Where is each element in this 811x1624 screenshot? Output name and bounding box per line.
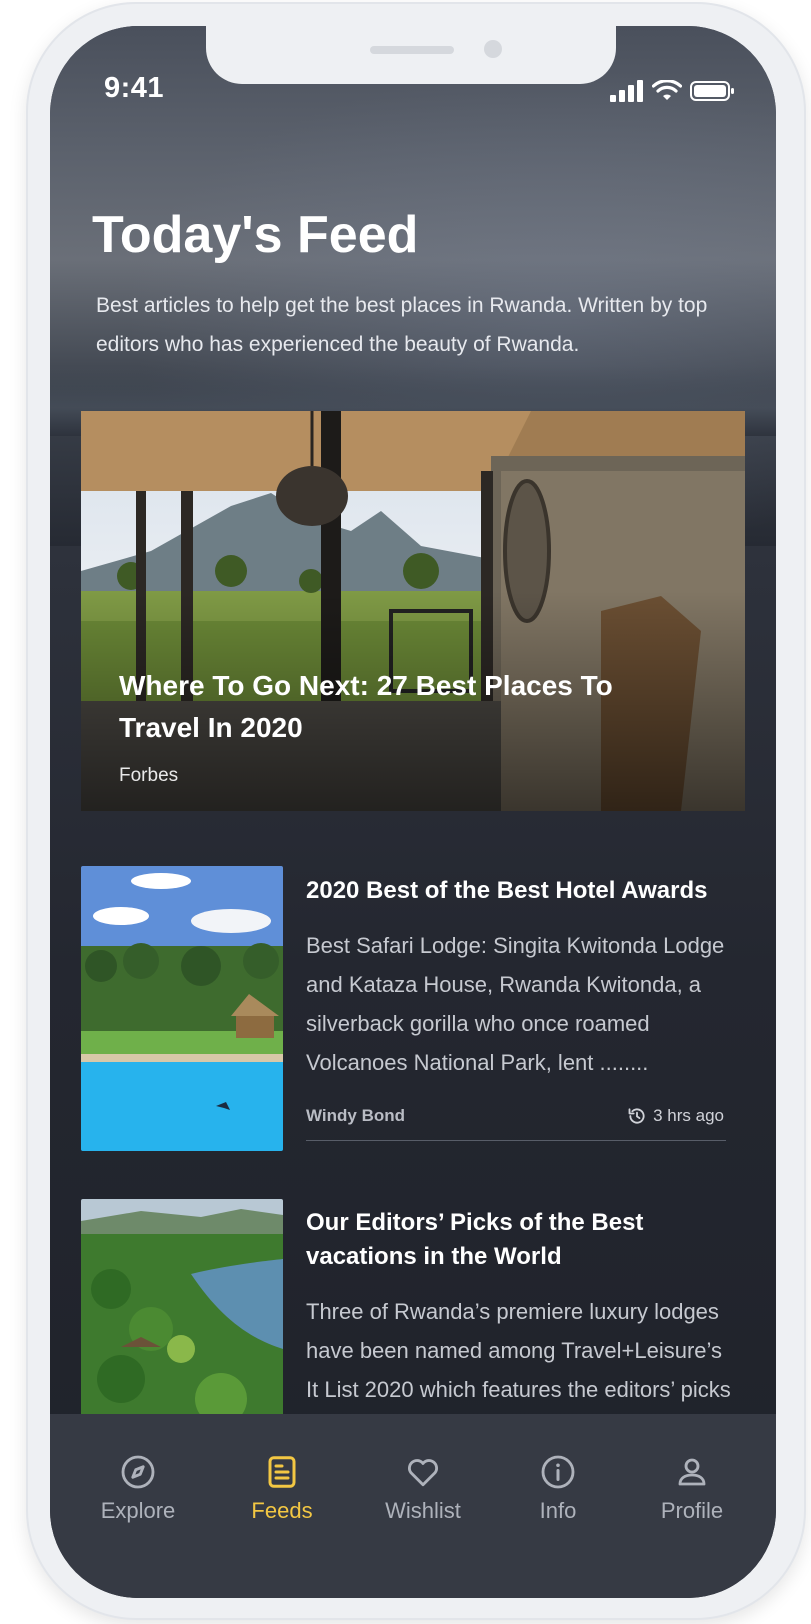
tab-bar: Explore Feeds Wishlist Info Profile: [50, 1414, 776, 1598]
heart-icon: [408, 1459, 438, 1487]
article-time-label: 3 hrs ago: [653, 1106, 724, 1125]
battery-icon: [690, 81, 734, 101]
tab-label: Wishlist: [385, 1498, 461, 1523]
document-icon: [268, 1456, 296, 1488]
article-card[interactable]: 2020 Best of the Best Hotel Awards Best …: [81, 866, 745, 1156]
front-camera: [484, 40, 502, 58]
tab-label: Explore: [100, 1498, 176, 1523]
article-excerpt: Best Safari Lodge: Singita Kwitonda Lodg…: [306, 933, 725, 1075]
article-thumbnail: [81, 866, 283, 1151]
featured-image: [81, 411, 745, 811]
article-title[interactable]: Our Editors’ Picks of the Best vacations…: [306, 1206, 736, 1274]
status-time: 9:41: [104, 72, 165, 104]
featured-article-card[interactable]: Where To Go Next: 27 Best Places To Trav…: [81, 411, 745, 811]
tab-profile[interactable]: Profile: [632, 1454, 752, 1524]
article-timestamp: 3 hrs ago: [627, 1106, 724, 1126]
article-thumbnail: [81, 1199, 283, 1444]
featured-article-source: Forbes: [119, 765, 179, 786]
status-icons: [610, 78, 736, 104]
article-title[interactable]: 2020 Best of the Best Hotel Awards: [306, 874, 736, 908]
page-subtitle: Best articles to help get the best place…: [96, 294, 708, 356]
compass-icon: [121, 1455, 155, 1489]
tab-info[interactable]: Info: [498, 1454, 618, 1524]
wifi-icon: [652, 80, 682, 100]
featured-article-title[interactable]: Where To Go Next: 27 Best Places To Trav…: [119, 665, 639, 749]
article-meta: Windy Bond 3 hrs ago: [306, 1106, 726, 1141]
page-title: Today's Feed: [92, 206, 419, 264]
info-icon: [541, 1455, 575, 1489]
speaker-grille: [370, 46, 454, 54]
article-author: Windy Bond: [306, 1106, 405, 1125]
tab-label: Info: [539, 1498, 577, 1523]
device-notch: [206, 26, 616, 84]
tab-wishlist[interactable]: Wishlist: [363, 1454, 483, 1524]
signal-icon: [610, 80, 643, 102]
tab-label: Feeds: [251, 1498, 313, 1523]
user-icon: [678, 1458, 706, 1486]
tab-feeds[interactable]: Feeds: [222, 1454, 342, 1524]
article-card[interactable]: Our Editors’ Picks of the Best vacations…: [81, 1199, 745, 1449]
tab-explore[interactable]: Explore: [78, 1454, 198, 1524]
tab-label: Profile: [660, 1498, 724, 1523]
history-icon: [628, 1108, 645, 1124]
